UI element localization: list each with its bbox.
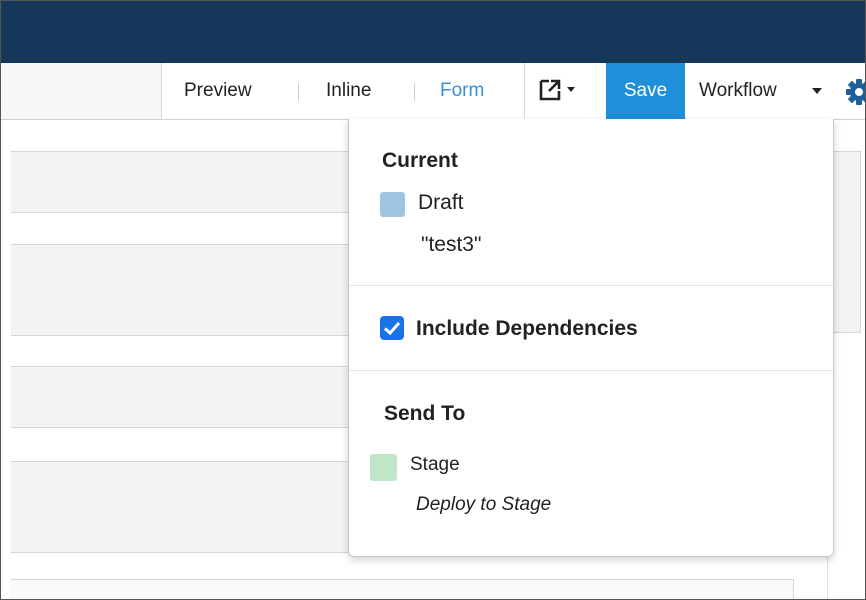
save-button[interactable]: Save [606, 63, 685, 119]
current-state-label: Draft [418, 191, 464, 214]
current-state-comment: "test3" [421, 233, 482, 256]
stage-action-label: Deploy to Stage [416, 494, 552, 515]
toolbar-separator [298, 83, 299, 101]
form-section-bar [11, 244, 362, 336]
app-window: Preview Inline Form Save Workflow Curren… [0, 0, 866, 600]
current-state-title: Current [382, 149, 458, 172]
menu-divider [349, 370, 833, 371]
preview-mode-link[interactable]: Preview [184, 63, 252, 119]
external-link-icon [539, 79, 575, 101]
workflow-menu: Current Draft "test3" Include Dependenci… [348, 119, 834, 557]
include-dependencies-checkbox[interactable] [380, 316, 404, 340]
form-mode-link[interactable]: Form [440, 63, 484, 119]
form-section-bar [11, 579, 794, 599]
open-external-button[interactable] [524, 63, 605, 119]
menu-divider [349, 285, 833, 286]
toolbar-actions: Preview Inline Form Save Workflow [161, 63, 866, 119]
inline-mode-link[interactable]: Inline [326, 63, 371, 119]
include-dependencies-label[interactable]: Include Dependencies [416, 317, 638, 341]
toolbar-separator [414, 83, 415, 101]
stage-state-swatch [370, 454, 397, 481]
right-panel-bar [831, 151, 861, 333]
form-section-bar [11, 151, 362, 213]
gear-icon[interactable] [844, 77, 866, 107]
stage-target-label: Stage [410, 454, 460, 475]
editor-toolbar: Preview Inline Form Save Workflow [1, 63, 866, 120]
draft-state-swatch [380, 192, 405, 217]
form-section-bar [11, 366, 362, 428]
form-section-bar [11, 461, 362, 553]
top-navigation-bar [1, 1, 865, 63]
chevron-down-icon [812, 88, 822, 94]
checkmark-icon [383, 321, 401, 336]
send-to-title: Send To [384, 402, 466, 425]
workflow-label: Workflow [699, 80, 777, 101]
workflow-dropdown-button[interactable]: Workflow [685, 63, 835, 119]
send-to-stage-option[interactable]: Stage Deploy to Stage [369, 444, 669, 524]
